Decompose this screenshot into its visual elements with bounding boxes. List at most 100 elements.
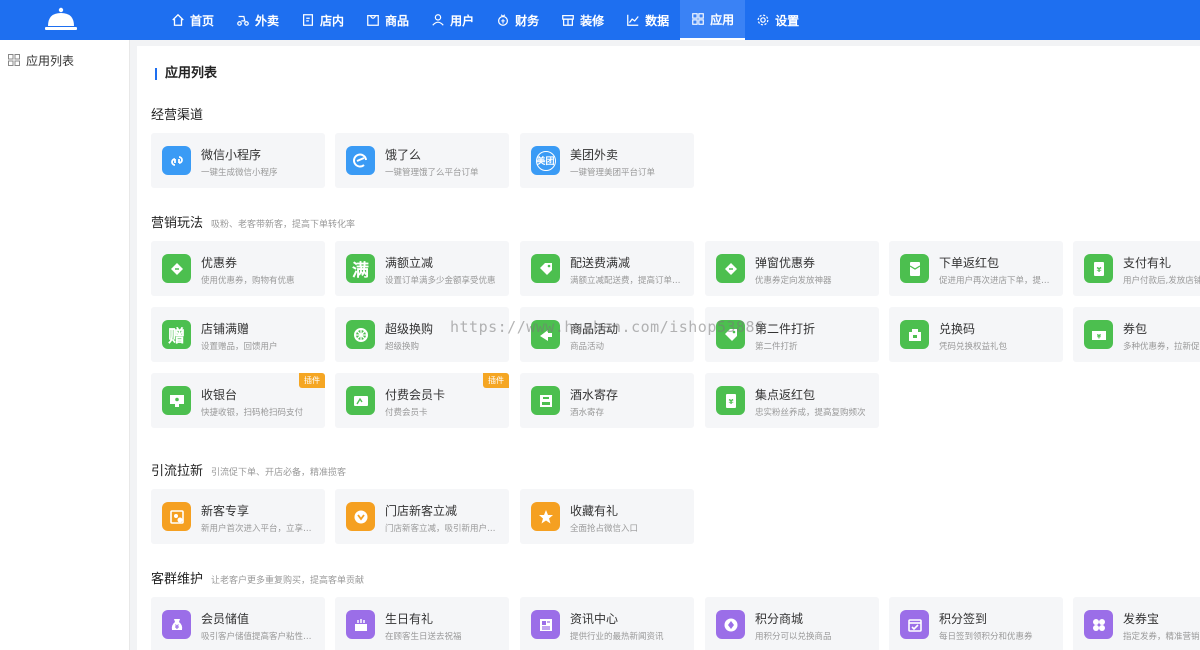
- app-card[interactable]: ¥ 券包 多种优惠券，拉新促活: [1073, 307, 1200, 362]
- app-card[interactable]: 优惠券使用优惠券，购物有优惠: [151, 241, 325, 296]
- full-reduction-icon: 满: [346, 254, 375, 283]
- app-card[interactable]: 配送费满减 满额立减配送费，提高订单流量: [520, 241, 694, 296]
- app-card[interactable]: 新客专享 新用户首次进入平台，立享好礼: [151, 489, 325, 544]
- star-icon: [531, 502, 560, 531]
- apps-icon: [692, 13, 704, 25]
- nav-item-decorate[interactable]: 装修: [550, 0, 615, 40]
- app-card[interactable]: 下单返红包 促进用户再次进店下单，提升复购: [889, 241, 1063, 296]
- icon-glyph: 美团: [535, 150, 556, 171]
- plugin-badge: 插件: [299, 373, 325, 388]
- app-card-name: 微信小程序: [201, 148, 262, 162]
- section-header: 引流拉新 引流促下单、开店必备，精准揽客: [151, 460, 346, 479]
- nav-item-label: 用户: [450, 13, 475, 28]
- app-card[interactable]: 赠 店铺满赠 设置赠品，回馈用户: [151, 307, 325, 362]
- cashier-icon: [162, 386, 191, 415]
- app-card-name: 美团外卖: [570, 148, 619, 162]
- app-card[interactable]: 付费会员卡 付费会员卡 插件: [335, 373, 509, 428]
- app-card[interactable]: 饿了么 一键管理饿了么平台订单: [335, 133, 509, 188]
- coupon-send-icon: [1084, 610, 1113, 639]
- section-title: 经营渠道: [151, 108, 204, 123]
- app-card-name: 饿了么: [385, 148, 422, 162]
- app-card[interactable]: 发券宝 指定发券，精准营销: [1073, 597, 1200, 650]
- app-card-description: 门店新客立减，吸引新用户下单: [385, 524, 503, 534]
- gift-icon: 赠: [162, 320, 191, 349]
- app-card-name: 店铺满赠: [201, 322, 250, 336]
- nav-item-finance[interactable]: 财务: [485, 0, 550, 40]
- takeout-icon: [237, 15, 249, 26]
- app-card[interactable]: ¥ 支付有礼用户付款后,发放店铺优惠: [1073, 241, 1200, 296]
- section-title: 营销玩法: [151, 216, 204, 231]
- section-subtitle: 吸粉、老客带新客，提高下单转化率: [211, 220, 356, 230]
- app-card-name: 收藏有礼: [570, 504, 619, 518]
- app-card[interactable]: 收银台 快捷收银，扫码枪扫码支付 插件: [151, 373, 325, 428]
- watermark-text: https://www.huzhan.com/ishop53886: [450, 318, 765, 336]
- app-card-description: 忠实粉丝养成，提高复购频次: [755, 408, 866, 418]
- app-card-description: 一键生成微信小程序: [201, 168, 278, 178]
- delivery-tag-icon: [531, 254, 560, 283]
- nav-item-takeout[interactable]: 外卖: [225, 0, 290, 40]
- app-card[interactable]: 积分商城 用积分可以兑换商品: [705, 597, 879, 650]
- app-card-description: 每日签到领积分和优惠券: [939, 632, 1033, 642]
- section-subtitle: 让老客户更多重复购买，提高客单贡献: [211, 576, 365, 586]
- home-icon: [172, 13, 184, 26]
- app-card-description: 超级换购: [385, 342, 420, 352]
- nav-item-apps[interactable]: 应用: [680, 0, 746, 40]
- app-card-name: 资讯中心: [570, 612, 619, 626]
- nav-item-label: 财务: [515, 13, 540, 28]
- app-card[interactable]: 微信小程序一键生成微信小程序: [151, 133, 325, 188]
- app-card-description: 在顾客生日送去祝福: [385, 632, 462, 642]
- nav-item-goods[interactable]: 商品: [355, 0, 420, 40]
- app-card[interactable]: 美团 美团外卖 一键管理美团平台订单: [520, 133, 694, 188]
- svg-text:¥: ¥: [1096, 266, 1101, 274]
- nav-item-store[interactable]: 店内: [290, 0, 355, 40]
- app-card[interactable]: 酒水寄存 酒水寄存: [520, 373, 694, 428]
- nav-item-user[interactable]: 用户: [420, 0, 485, 40]
- app-card-description: 吸引客户储值提高客户粘性和复购: [201, 632, 319, 642]
- app-card-description: 商品活动: [570, 342, 605, 352]
- coupon-pack-icon: ¥: [1084, 320, 1113, 349]
- app-card[interactable]: 弹窗优惠券 优惠券定向发放神器: [705, 241, 879, 296]
- gear-icon: [757, 14, 769, 26]
- sidebar-item-app-list[interactable]: 应用列表: [0, 42, 129, 78]
- app-card-name: 满额立减: [385, 256, 434, 270]
- app-card[interactable]: 满 满额立减 设置订单满多少金额享受优惠: [335, 241, 509, 296]
- top-nav-bar: 首页 外卖 店内 商品 用户 财务 装修 数据 应用 设置: [0, 0, 1200, 40]
- eleme-icon: [346, 146, 375, 175]
- nav-item-chart[interactable]: 数据: [615, 0, 680, 40]
- app-card-name: 发券宝: [1123, 612, 1160, 626]
- app-card-name: 优惠券: [201, 256, 238, 270]
- app-card-description: 使用优惠券，购物有优惠: [201, 276, 295, 286]
- new-reduce-icon: [346, 502, 375, 531]
- app-card[interactable]: 门店新客立减 门店新客立减，吸引新用户下单: [335, 489, 509, 544]
- nav-item-label: 装修: [580, 13, 605, 28]
- nav-item-gear[interactable]: 设置: [745, 0, 810, 40]
- section-subtitle: 引流促下单、开店必备，精准揽客: [211, 468, 347, 478]
- icon-glyph: 满: [352, 261, 369, 281]
- app-card-description: 付费会员卡: [385, 408, 428, 418]
- money-bag-icon: ¥: [162, 610, 191, 639]
- app-card[interactable]: 生日有礼 在顾客生日送去祝福: [335, 597, 509, 650]
- app-card-description: 用积分可以兑换商品: [755, 632, 832, 642]
- app-card[interactable]: 收藏有礼 全面抢占微信入口: [520, 489, 694, 544]
- app-card[interactable]: 兑换码 凭码兑换权益礼包: [889, 307, 1063, 362]
- svg-text:¥: ¥: [728, 398, 733, 406]
- app-card[interactable]: ¥ 会员储值 吸引客户储值提高客户粘性和复购: [151, 597, 325, 650]
- app-card[interactable]: ¥ 集点返红包忠实粉丝养成，提高复购频次: [705, 373, 879, 428]
- storage-icon: [531, 386, 560, 415]
- app-card-name: 集点返红包: [755, 388, 816, 402]
- app-card[interactable]: 资讯中心 提供行业的最热新闻资讯: [520, 597, 694, 650]
- logo-cloche-icon[interactable]: [44, 6, 78, 34]
- app-card-description: 满额立减配送费，提高订单流量: [570, 276, 688, 286]
- app-card-name: 新客专享: [201, 504, 250, 518]
- exchange-icon: [346, 320, 375, 349]
- app-card[interactable]: 积分签到 每日签到领积分和优惠券: [889, 597, 1063, 650]
- app-card-name: 超级换购: [385, 322, 434, 336]
- finance-icon: [498, 14, 509, 26]
- section-title: 客群维护: [151, 572, 204, 587]
- plugin-badge: 插件: [483, 373, 509, 388]
- member-card-icon: [346, 386, 375, 415]
- nav-item-label: 设置: [775, 13, 800, 28]
- nav-item-home[interactable]: 首页: [160, 0, 225, 40]
- app-card-name: 兑换码: [939, 322, 976, 336]
- nav-item-label: 店内: [320, 13, 345, 28]
